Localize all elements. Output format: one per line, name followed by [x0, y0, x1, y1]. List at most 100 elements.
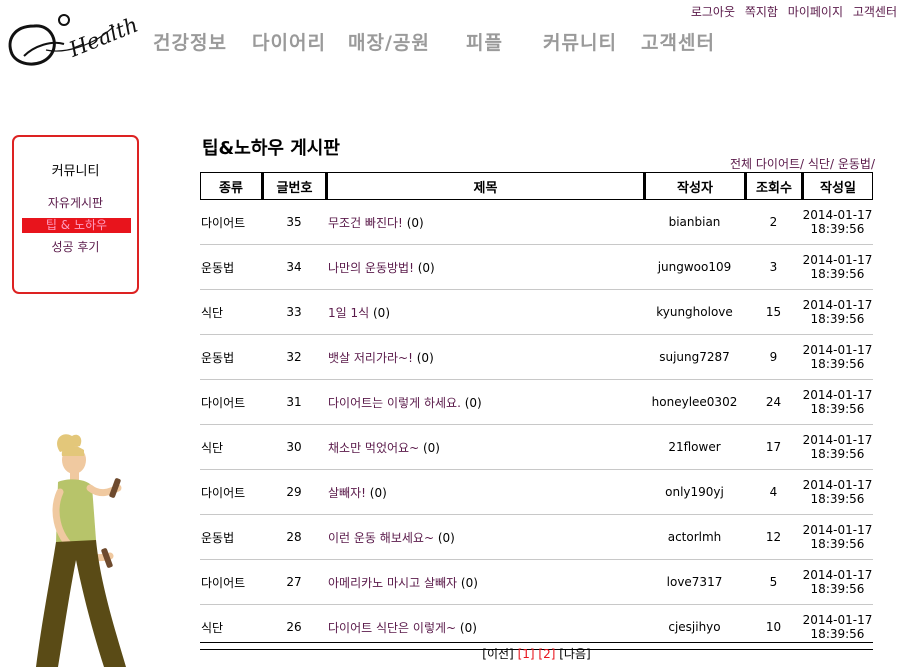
- logo[interactable]: Health Club: [4, 0, 194, 72]
- row-date: 2014-01-17: [802, 253, 873, 267]
- row-views: 24: [745, 380, 802, 425]
- row-views: 9: [745, 335, 802, 380]
- row-views: 17: [745, 425, 802, 470]
- row-time: 18:39:56: [810, 627, 865, 641]
- nav-health-info[interactable]: 건강정보: [153, 28, 227, 55]
- row-time: 18:39:56: [810, 312, 865, 326]
- table-row[interactable]: 다이어트 35 무조건 빠진다! (0) bianbian 2 2014-01-17 18:…: [200, 200, 873, 245]
- row-author: love7317: [644, 560, 745, 605]
- category-filter-links[interactable]: 전체 다이어트/ 식단/ 운동법/: [730, 155, 875, 172]
- sidebar-item-success-stories[interactable]: 성공 후기: [14, 240, 137, 255]
- row-subject-cell: 무조건 빠진다! (0): [326, 200, 644, 245]
- board-table: 종류 글번호 제목 작성자 조회수 작성일 다이어트 35 무조건 빠진다! (0)…: [200, 172, 873, 650]
- row-author: actorlmh: [644, 515, 745, 560]
- table-row[interactable]: 식단 30 채소만 먹었어요~ (0) 21flower 17 2014-01-17 18:…: [200, 425, 873, 470]
- row-subject-link[interactable]: 채소만 먹었어요~: [328, 441, 419, 455]
- table-row[interactable]: 다이어트 31 다이어트는 이렇게 하세요. (0) honeylee0302 24 20…: [200, 380, 873, 425]
- row-views: 3: [745, 245, 802, 290]
- next-page-link[interactable]: [다음]: [559, 647, 590, 661]
- row-category: 운동법: [200, 335, 262, 380]
- row-time: 18:39:56: [810, 582, 865, 596]
- row-category: 운동법: [200, 245, 262, 290]
- row-views: 15: [745, 290, 802, 335]
- row-time: 18:39:56: [810, 537, 865, 551]
- row-date: 2014-01-17: [802, 568, 873, 582]
- row-number: 29: [262, 470, 326, 515]
- row-number: 34: [262, 245, 326, 290]
- row-comment-count: (0): [459, 620, 477, 635]
- sidebar-title: 커뮤니티: [51, 164, 100, 179]
- logout-link[interactable]: 로그아웃: [691, 5, 735, 19]
- row-subject-cell: 이런 운동 해보세요~ (0): [326, 515, 644, 560]
- sidebar-item-free-board[interactable]: 자유게시판: [14, 196, 137, 211]
- row-subject-link[interactable]: 이런 운동 해보세요~: [328, 531, 434, 545]
- row-comment-count: (0): [460, 575, 478, 590]
- row-views: 4: [745, 470, 802, 515]
- row-subject-cell: 다이어트는 이렇게 하세요. (0): [326, 380, 644, 425]
- row-date: 2014-01-17: [802, 523, 873, 537]
- row-date: 2014-01-17: [802, 298, 873, 312]
- row-views: 2: [745, 200, 802, 245]
- board-rows: 다이어트 35 무조건 빠진다! (0) bianbian 2 2014-01-17 18:…: [200, 200, 873, 650]
- customer-center-link[interactable]: 고객센터: [853, 5, 897, 19]
- table-row[interactable]: 운동법 34 나만의 운동방법! (0) jungwoo109 3 2014-01-17 1…: [200, 245, 873, 290]
- mypage-link[interactable]: 마이페이지: [788, 5, 843, 19]
- row-time: 18:39:56: [810, 357, 865, 371]
- row-number: 32: [262, 335, 326, 380]
- nav-customer-center[interactable]: 고객센터: [641, 28, 715, 55]
- row-subject-cell: 뱃살 저리가라~! (0): [326, 335, 644, 380]
- prev-page-link[interactable]: [이전]: [482, 647, 513, 661]
- row-number: 35: [262, 200, 326, 245]
- col-header-date: 작성일: [802, 172, 873, 200]
- row-comment-count: (0): [464, 395, 482, 410]
- row-comment-count: (0): [369, 485, 387, 500]
- row-time: 18:39:56: [810, 267, 865, 281]
- nav-community[interactable]: 커뮤니티: [543, 28, 617, 55]
- row-category: 식단: [200, 290, 262, 335]
- row-author: kyungholove: [644, 290, 745, 335]
- logo-graphic: Health Club: [8, 0, 194, 66]
- row-date: 2014-01-17: [802, 208, 873, 222]
- row-comment-count: (0): [417, 260, 435, 275]
- row-subject-link[interactable]: 나만의 운동방법!: [328, 261, 414, 275]
- row-subject-cell: 1일 1식 (0): [326, 290, 644, 335]
- row-time: 18:39:56: [810, 222, 865, 236]
- table-row[interactable]: 다이어트 29 살빼자! (0) only190yj 4 2014-01-17 18:39:…: [200, 470, 873, 515]
- col-header-author: 작성자: [644, 172, 745, 200]
- sidebar-item-tips[interactable]: 팁 & 노하우: [22, 218, 131, 233]
- row-author: honeylee0302: [644, 380, 745, 425]
- page-link-1[interactable]: [1]: [518, 647, 535, 661]
- row-author: jungwoo109: [644, 245, 745, 290]
- nav-store-park[interactable]: 매장/공원: [348, 28, 430, 55]
- row-number: 28: [262, 515, 326, 560]
- row-author: 21flower: [644, 425, 745, 470]
- nav-diary[interactable]: 다이어리: [252, 28, 326, 55]
- row-subject-link[interactable]: 무조건 빠진다!: [328, 216, 403, 230]
- row-date-cell: 2014-01-17 18:39:56: [802, 245, 873, 290]
- row-date: 2014-01-17: [802, 343, 873, 357]
- table-row[interactable]: 다이어트 27 아메리카노 마시고 살빼자 (0) love7317 5 2014-01-…: [200, 560, 873, 605]
- row-subject-link[interactable]: 살빼자!: [328, 486, 366, 500]
- message-box-link[interactable]: 쪽지함: [745, 5, 778, 19]
- row-comment-count: (0): [373, 305, 390, 320]
- row-author: sujung7287: [644, 335, 745, 380]
- col-header-category: 종류: [200, 172, 262, 200]
- table-row[interactable]: 식단 33 1일 1식 (0) kyungholove 15 2014-01-17 18:3…: [200, 290, 873, 335]
- row-date-cell: 2014-01-17 18:39:56: [802, 200, 873, 245]
- table-header-row: 종류 글번호 제목 작성자 조회수 작성일: [200, 172, 873, 200]
- row-subject-link[interactable]: 다이어트 식단은 이렇게~: [328, 621, 456, 635]
- table-row[interactable]: 운동법 32 뱃살 저리가라~! (0) sujung7287 9 2014-01-17 1…: [200, 335, 873, 380]
- col-header-subject: 제목: [326, 172, 644, 200]
- row-author: bianbian: [644, 200, 745, 245]
- nav-people[interactable]: 피플: [466, 28, 503, 55]
- row-subject-link[interactable]: 뱃살 저리가라~!: [328, 351, 413, 365]
- row-category: 식단: [200, 425, 262, 470]
- page-link-2[interactable]: [2]: [538, 647, 555, 661]
- row-date: 2014-01-17: [802, 478, 873, 492]
- row-subject-link[interactable]: 아메리카노 마시고 살빼자: [328, 576, 457, 590]
- table-row[interactable]: 운동법 28 이런 운동 해보세요~ (0) actorlmh 12 2014-01-17…: [200, 515, 873, 560]
- row-subject-link[interactable]: 1일 1식: [328, 306, 369, 320]
- row-author: only190yj: [644, 470, 745, 515]
- row-subject-link[interactable]: 다이어트는 이렇게 하세요.: [328, 396, 461, 410]
- row-category: 운동법: [200, 515, 262, 560]
